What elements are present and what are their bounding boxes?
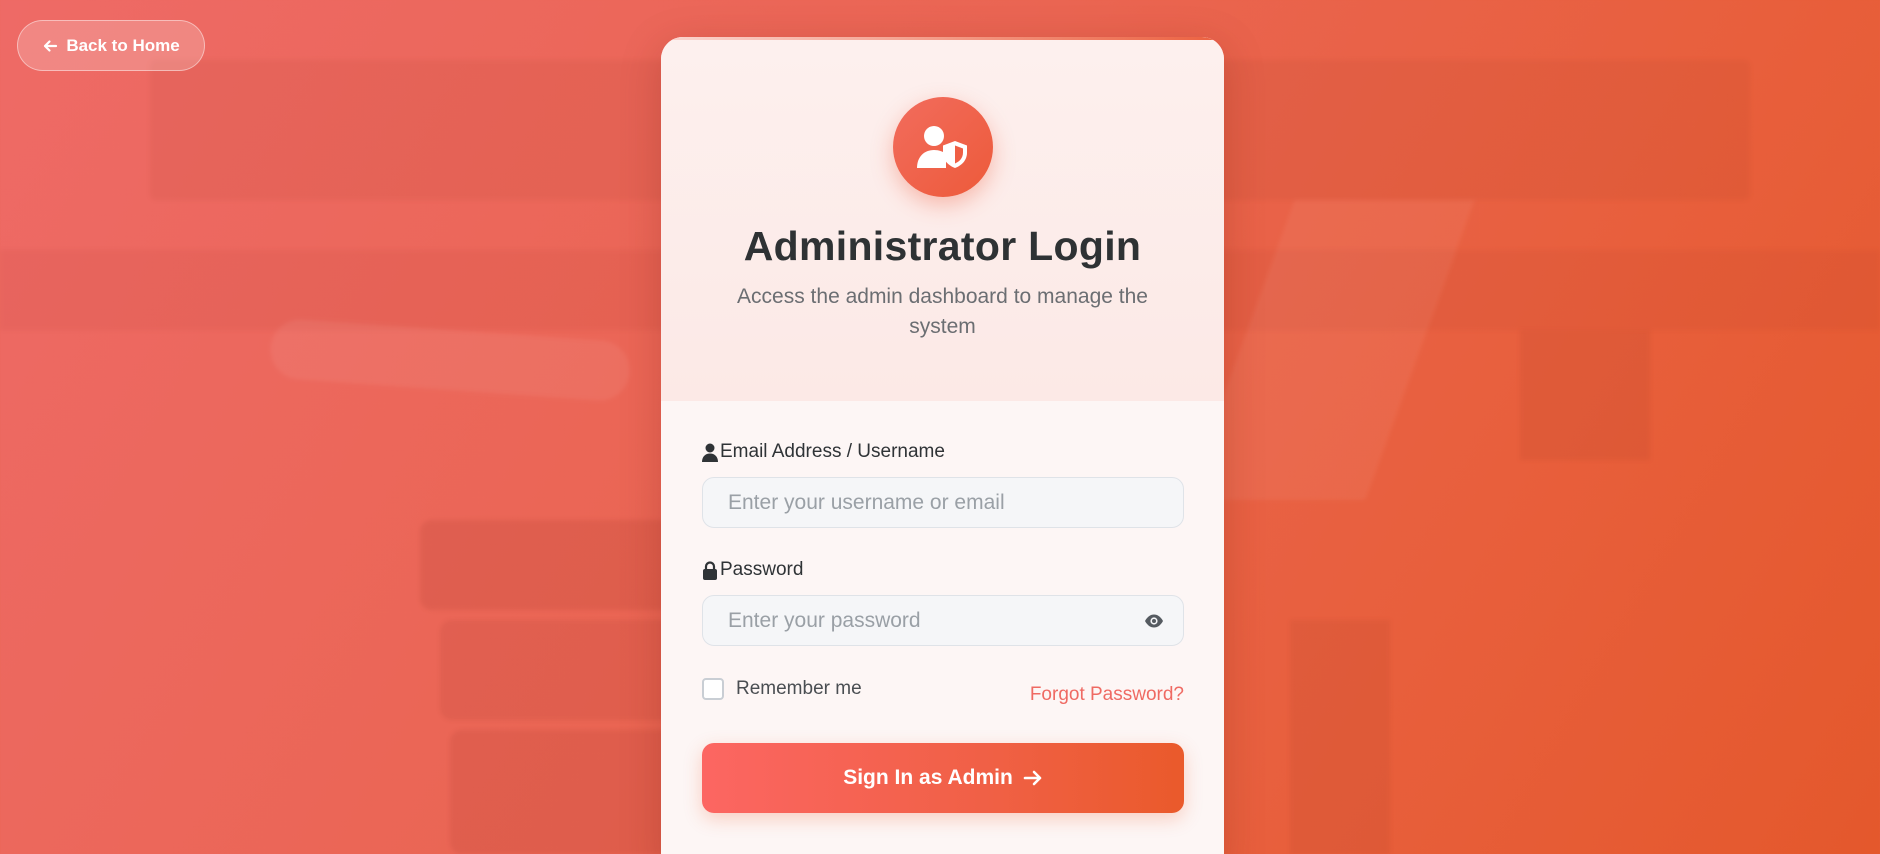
arrow-left-icon [44,39,58,52]
back-to-home-button[interactable]: Back to Home [17,20,205,71]
arrow-right-icon [1023,770,1042,786]
background-shape [420,520,680,610]
email-label-text: Email Address / Username [720,441,945,462]
remember-me-label: Remember me [736,678,862,699]
background-shape [1185,200,1475,500]
remember-me[interactable]: Remember me [702,678,862,700]
user-shield-icon [917,126,967,168]
sign-in-button[interactable]: Sign In as Admin [702,743,1184,813]
password-field-label: Password [702,559,803,581]
lock-icon [703,560,717,580]
eye-icon[interactable] [1144,612,1164,630]
sign-in-label: Sign In as Admin [843,766,1013,789]
password-label-text: Password [720,559,804,580]
background-shape [1290,620,1390,854]
email-field-label: Email Address / Username [702,441,945,463]
card-top-border [661,37,1224,40]
page-subtitle: Access the admin dashboard to manage the… [737,285,1148,338]
card-header [661,37,1224,401]
back-to-home-label: Back to Home [66,35,180,55]
admin-avatar [893,97,993,197]
remember-me-checkbox[interactable] [702,678,724,700]
page-title: Administrator Login [743,223,1142,269]
background-shape [268,317,632,403]
password-input[interactable] [702,595,1184,646]
forgot-password-link[interactable]: Forgot Password? [1030,684,1184,706]
background-shape [1520,330,1650,460]
email-input[interactable] [702,477,1184,528]
login-card: Administrator Login Access the admin das… [661,37,1224,854]
user-icon [702,443,718,462]
